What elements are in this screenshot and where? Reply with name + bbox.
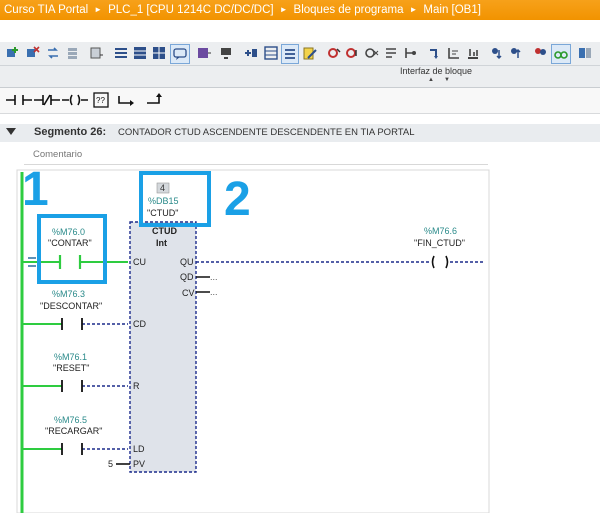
- reset-address[interactable]: %M76.1: [54, 352, 87, 362]
- pin-r: R: [133, 381, 140, 391]
- recargar-symbol[interactable]: "RECARGAR": [45, 426, 102, 436]
- pin-cu: CU: [133, 257, 146, 267]
- instance-db-symbol[interactable]: "CTUD": [147, 208, 178, 218]
- descontar-contact[interactable]: [61, 318, 83, 330]
- pin-pv: PV: [133, 459, 145, 469]
- instance-number: 4: [160, 183, 165, 193]
- reset-contact[interactable]: [61, 380, 83, 392]
- recargar-address[interactable]: %M76.5: [54, 415, 87, 425]
- contar-symbol[interactable]: "CONTAR": [48, 238, 92, 248]
- annotation-number-1: 1: [22, 163, 49, 216]
- highlight-box-1: [37, 214, 107, 284]
- fin-ctud-coil[interactable]: [431, 255, 449, 269]
- pv-value[interactable]: 5: [108, 459, 113, 469]
- qd-placeholder[interactable]: ...: [210, 272, 218, 282]
- coil-symbol[interactable]: "FIN_CTUD": [414, 238, 465, 248]
- pin-ld: LD: [133, 444, 145, 454]
- output-stubs: [196, 276, 210, 293]
- ladder-diagram: %M76.0 "CONTAR" 1 %M76.3 "DESCONTAR" %M7…: [16, 163, 490, 513]
- instance-db-address[interactable]: %DB15: [148, 196, 179, 206]
- recargar-contact[interactable]: [61, 443, 83, 455]
- network-frame: [16, 169, 490, 513]
- pin-qu: QU: [180, 257, 194, 267]
- cv-placeholder[interactable]: ...: [210, 287, 218, 297]
- pin-qd: QD: [180, 272, 194, 282]
- reset-symbol[interactable]: "RESET": [53, 363, 89, 373]
- coil-address[interactable]: %M76.6: [424, 226, 457, 236]
- contar-address[interactable]: %M76.0: [52, 227, 85, 237]
- descontar-address[interactable]: %M76.3: [52, 289, 85, 299]
- pin-cd: CD: [133, 319, 146, 329]
- annotation-number-2: 2: [224, 173, 251, 226]
- block-type: CTUD: [152, 226, 177, 236]
- descontar-symbol[interactable]: "DESCONTAR": [40, 301, 102, 311]
- pin-cv: CV: [182, 288, 195, 298]
- block-datatype[interactable]: Int: [156, 238, 167, 248]
- contar-contact[interactable]: [58, 255, 82, 269]
